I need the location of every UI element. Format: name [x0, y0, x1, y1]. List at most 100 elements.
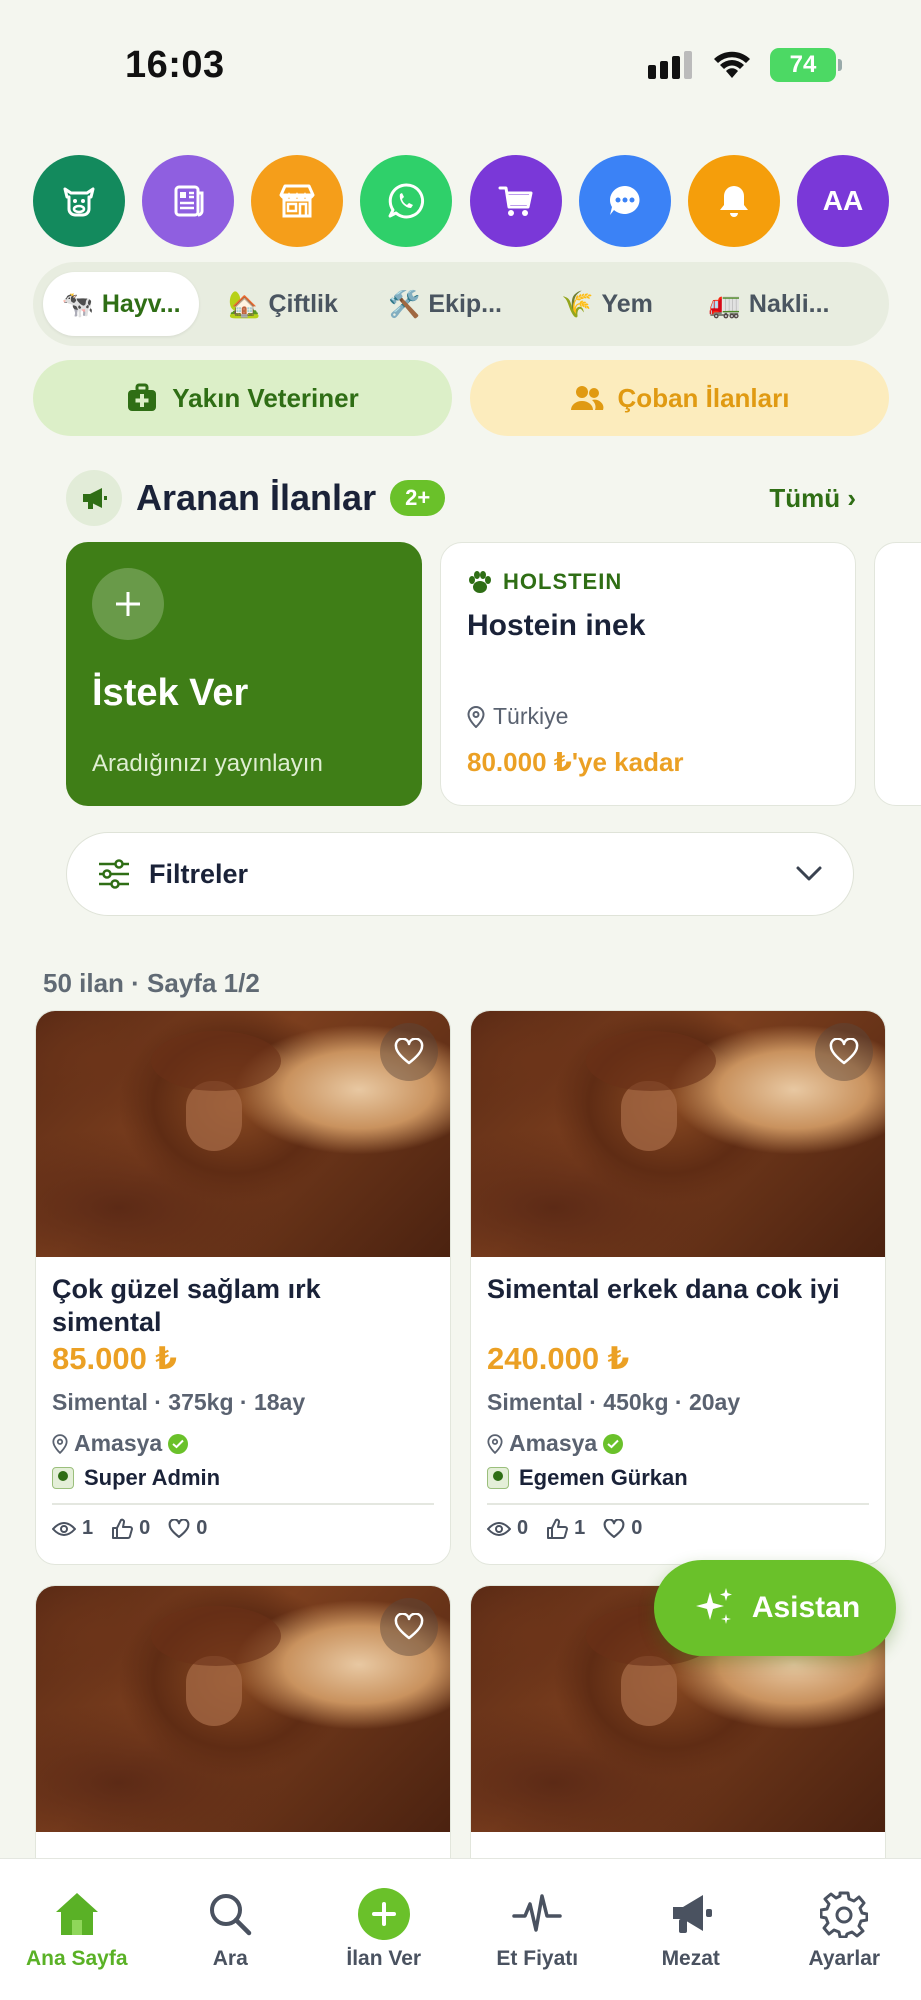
nav-post-listing[interactable]: İlan Ver — [307, 1859, 461, 2000]
nav-search[interactable]: Ara — [154, 1859, 308, 2000]
tab-livestock[interactable]: 🐄 Hayv... — [43, 272, 199, 336]
wanted-cards-carousel[interactable]: İstek Ver Aradığınızı yayınlayın HOLSTEI… — [66, 542, 921, 807]
quick-notifications-button[interactable] — [687, 155, 780, 247]
likes-stat[interactable]: 0 — [111, 1517, 150, 1540]
chat-icon — [609, 186, 640, 215]
favorite-button[interactable] — [380, 1023, 438, 1081]
favorite-button[interactable] — [380, 1598, 438, 1656]
tab-transport[interactable]: 🚛 Nakli... — [691, 272, 847, 336]
location-pin-icon — [487, 1433, 503, 1454]
create-request-card[interactable]: İstek Ver Aradığınızı yayınlayın — [66, 542, 422, 806]
nav-meat-price[interactable]: Et Fiyatı — [461, 1859, 615, 2000]
nav-settings[interactable]: Ayarlar — [768, 1859, 921, 2000]
request-location-label: Türkiye — [493, 703, 569, 729]
favorites-stat[interactable]: 0 — [168, 1517, 207, 1540]
sparkles-icon — [695, 1588, 732, 1624]
tab-equipment[interactable]: 🛠️ Ekip... — [367, 272, 523, 336]
tab-label: Hayv... — [101, 289, 181, 318]
wanted-request-card[interactable]: HOLSTEIN Hostein inek Türkiye 80.000 ₺'y… — [440, 542, 856, 806]
request-budget: 80.000 ₺'ye kadar — [467, 747, 684, 777]
listing-card[interactable] — [35, 1585, 451, 1905]
thumbs-up-icon — [112, 1518, 134, 1539]
tab-farm[interactable]: 🏡 Çiftlik — [205, 272, 361, 336]
heart-icon — [603, 1518, 625, 1538]
quick-chat-button[interactable] — [578, 155, 671, 247]
assistant-button[interactable]: Asistan — [654, 1560, 896, 1656]
news-icon — [174, 185, 204, 217]
truck-emoji-icon: 🚛 — [708, 288, 741, 319]
likes-stat[interactable]: 1 — [546, 1517, 585, 1540]
see-all-link[interactable]: Tümü › — [769, 483, 856, 514]
house-emoji-icon: 🏡 — [228, 288, 261, 319]
listing-card[interactable]: Çok güzel sağlam ırk simental 85.000 ₺ S… — [35, 1010, 451, 1565]
medical-bag-icon — [128, 383, 157, 411]
quick-news-button[interactable] — [142, 155, 235, 247]
service-pills: Yakın Veteriner Çoban İlanları — [33, 360, 889, 436]
nav-label: İlan Ver — [346, 1947, 422, 1970]
megaphone-icon — [672, 1895, 712, 1933]
shepherd-listings-label: Çoban İlanları — [617, 382, 790, 413]
battery-indicator: 74 — [770, 48, 842, 82]
signal-icon — [648, 51, 692, 79]
filters-dropdown[interactable]: Filtreler — [66, 832, 854, 916]
search-icon — [210, 1894, 252, 1936]
filters-label: Filtreler — [149, 858, 249, 889]
home-icon — [55, 1893, 98, 1935]
settings-icon — [820, 1891, 869, 1938]
listing-stats: 1 0 0 — [52, 1503, 434, 1554]
request-title: Hostein inek — [467, 609, 646, 642]
tab-label: Yem — [601, 289, 653, 318]
nav-label: Mezat — [661, 1947, 720, 1970]
listing-seller[interactable]: Super Admin — [52, 1465, 434, 1491]
megaphone-icon — [66, 470, 122, 526]
quick-store-button[interactable] — [251, 155, 344, 247]
eye-icon — [487, 1521, 511, 1536]
nav-auction[interactable]: Mezat — [614, 1859, 768, 2000]
avatar-initials: AA — [822, 185, 864, 216]
listing-price: 240.000 ₺ — [487, 1341, 630, 1376]
quick-cart-button[interactable] — [469, 155, 562, 247]
listing-location: Amasya — [487, 1430, 869, 1457]
sliders-icon — [99, 859, 129, 889]
results-summary: 50 ilan · Sayfa 1/2 — [43, 968, 260, 998]
heart-icon — [168, 1518, 190, 1538]
nearby-vet-button[interactable]: Yakın Veteriner — [33, 360, 452, 436]
listing-photo — [36, 1586, 450, 1832]
seller-logo-icon — [487, 1467, 509, 1489]
request-breed: HOLSTEIN — [467, 569, 622, 595]
quick-actions-row: AA — [33, 155, 889, 247]
tab-feed[interactable]: 🌾 Yem — [529, 272, 685, 336]
nav-label: Ara — [212, 1947, 248, 1970]
likes-count: 1 — [574, 1517, 586, 1539]
quick-whatsapp-button[interactable] — [360, 155, 453, 247]
likes-count: 0 — [139, 1517, 151, 1539]
chevron-down-icon — [796, 866, 822, 881]
thumbs-up-icon — [547, 1518, 569, 1539]
tab-label: Çiftlik — [268, 289, 338, 318]
wheat-emoji-icon: 🌾 — [561, 288, 594, 319]
nav-label: Ana Sayfa — [25, 1947, 128, 1970]
verified-check-icon — [168, 1433, 189, 1454]
assistant-label: Asistan — [751, 1591, 861, 1624]
shepherd-listings-button[interactable]: Çoban İlanları — [470, 360, 889, 436]
seller-name: Super Admin — [84, 1465, 221, 1490]
listing-card[interactable]: Simental erkek dana cok iyi 240.000 ₺ Si… — [470, 1010, 886, 1565]
location-pin-icon — [52, 1433, 68, 1454]
quick-livestock-button[interactable] — [33, 155, 125, 247]
nav-home[interactable]: Ana Sayfa — [0, 1859, 154, 2000]
wanted-request-card-partial[interactable] — [874, 542, 921, 806]
tab-label: Nakli... — [748, 289, 830, 318]
favorites-stat[interactable]: 0 — [603, 1517, 642, 1540]
eye-icon — [52, 1521, 76, 1536]
listing-seller[interactable]: Egemen Gürkan — [487, 1465, 869, 1491]
cow-emoji-icon: 🐄 — [61, 288, 94, 319]
request-location: Türkiye — [467, 703, 568, 730]
create-request-title: İstek Ver — [92, 672, 249, 714]
listing-location: Amasya — [52, 1430, 434, 1457]
cow-icon — [63, 187, 95, 217]
favorite-button[interactable] — [815, 1023, 873, 1081]
profile-avatar[interactable]: AA — [796, 155, 889, 247]
bell-icon — [719, 186, 748, 217]
wanted-section-header: Aranan İlanlar 2+ Tümü › — [66, 468, 856, 528]
location-pin-icon — [467, 705, 485, 728]
